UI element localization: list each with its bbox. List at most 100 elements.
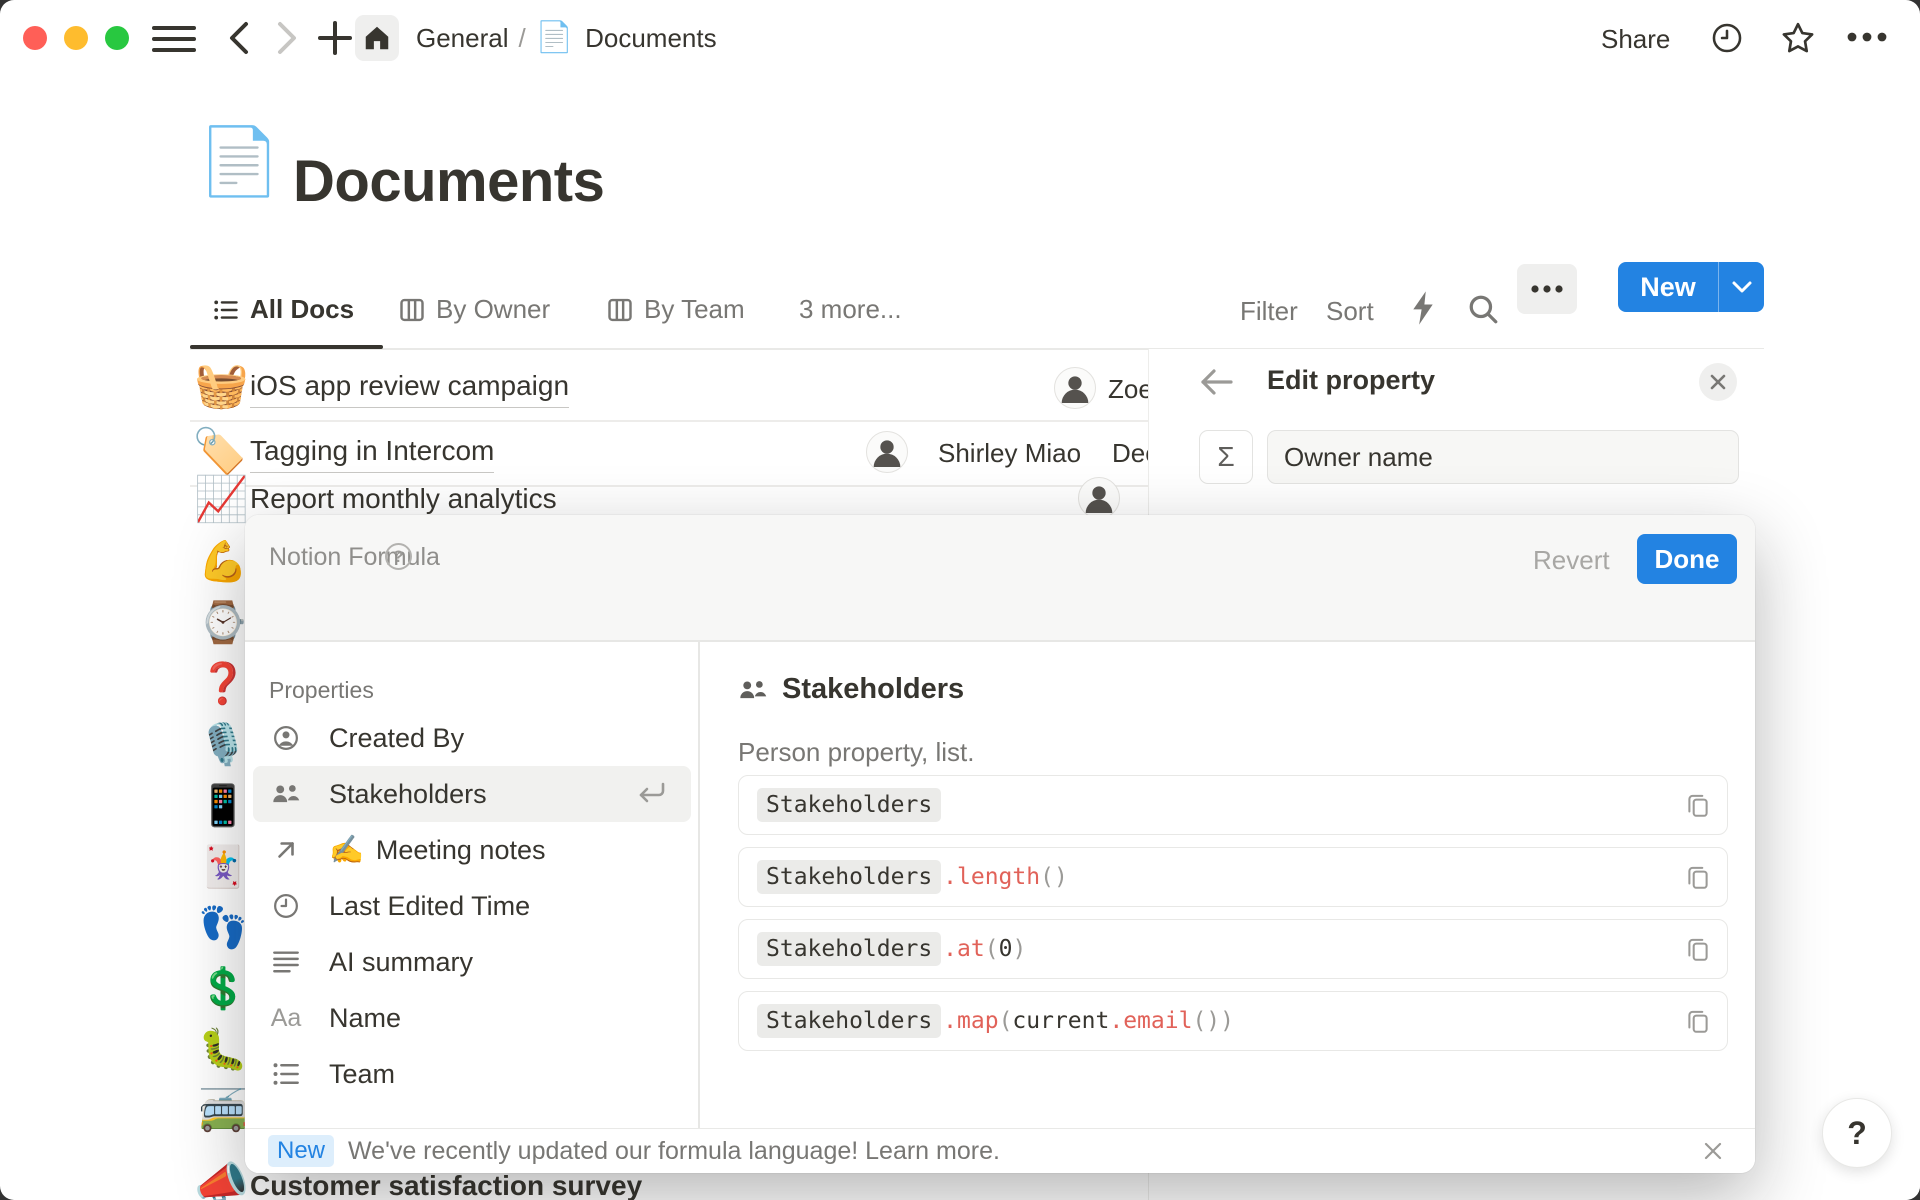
person-circle-icon xyxy=(271,724,301,752)
panel-title: Edit property xyxy=(1267,365,1435,396)
property-label: AI summary xyxy=(329,947,473,978)
close-icon xyxy=(1708,372,1728,392)
property-label: Name xyxy=(329,1003,401,1034)
close-window-button[interactable] xyxy=(23,26,47,50)
window-controls xyxy=(23,26,129,50)
title-aa-icon: Aa xyxy=(271,1004,301,1033)
tab-label: By Team xyxy=(644,294,745,325)
clock-icon xyxy=(271,892,301,920)
row-title[interactable]: iOS app review campaign xyxy=(250,370,569,408)
row-icon: 📈 xyxy=(194,478,249,522)
code-function: .at xyxy=(943,936,985,962)
row-owner[interactable]: Shirley Miao xyxy=(938,438,1081,469)
revert-button[interactable]: Revert xyxy=(1533,545,1610,576)
row-owner[interactable]: Zoe xyxy=(1108,374,1153,405)
breadcrumb-separator: / xyxy=(519,23,526,54)
property-item-meeting-notes[interactable]: ✍️ Meeting notes xyxy=(253,822,691,878)
tab-all-docs[interactable]: All Docs xyxy=(212,294,354,325)
formula-example-row[interactable]: Stakeholders xyxy=(738,775,1728,835)
zoom-window-button[interactable] xyxy=(105,26,129,50)
page-title-icon[interactable]: 📄 xyxy=(198,128,280,194)
property-item-created-by[interactable]: Created By xyxy=(253,710,691,766)
tab-more-views[interactable]: 3 more... xyxy=(799,294,902,325)
done-button[interactable]: Done xyxy=(1637,534,1737,584)
properties-heading: Properties xyxy=(269,677,374,704)
ellipsis-icon xyxy=(1530,284,1564,294)
property-name-input[interactable] xyxy=(1267,430,1739,484)
view-settings-button[interactable] xyxy=(1517,264,1577,314)
formula-help-icon[interactable]: ? xyxy=(385,543,412,570)
copy-icon[interactable] xyxy=(1685,935,1711,963)
property-item-stakeholders[interactable]: Stakeholders xyxy=(253,766,691,822)
code-token: Stakeholders xyxy=(757,932,941,966)
favorite-star-icon[interactable] xyxy=(1780,20,1816,56)
search-icon[interactable] xyxy=(1466,292,1500,326)
home-button[interactable] xyxy=(355,15,399,61)
row-icon: ⌚ xyxy=(198,603,248,643)
code-paren: ( xyxy=(999,1008,1013,1034)
page-title[interactable]: Documents xyxy=(293,148,604,215)
help-button[interactable]: ? xyxy=(1822,1098,1892,1168)
new-button-label[interactable]: New xyxy=(1618,262,1718,312)
row-title[interactable]: Customer satisfaction survey xyxy=(250,1170,642,1200)
property-item-team[interactable]: Team xyxy=(253,1046,691,1102)
sidebar-menu-icon[interactable] xyxy=(152,24,196,54)
avatar xyxy=(1054,367,1096,409)
minimize-window-button[interactable] xyxy=(64,26,88,50)
updates-clock-icon[interactable] xyxy=(1710,21,1744,55)
formula-update-banner: New We've recently updated our formula l… xyxy=(245,1128,1755,1173)
row-icon: 🧺 xyxy=(194,364,249,408)
property-label: Last Edited Time xyxy=(329,891,530,922)
property-item-last-edited-time[interactable]: Last Edited Time xyxy=(253,878,691,934)
row-icon: ❓ xyxy=(198,664,248,704)
enter-return-icon xyxy=(633,781,667,807)
new-button-dropdown[interactable] xyxy=(1718,262,1764,312)
sort-button[interactable]: Sort xyxy=(1326,296,1374,327)
back-icon[interactable] xyxy=(224,21,254,55)
tab-by-team[interactable]: By Team xyxy=(606,294,745,325)
automations-lightning-icon[interactable] xyxy=(1408,290,1438,326)
breadcrumb: General / 📄 Documents xyxy=(416,14,717,62)
new-button[interactable]: New xyxy=(1618,262,1764,312)
banner-message[interactable]: We've recently updated our formula langu… xyxy=(348,1137,1000,1166)
row-icon: 🚎 xyxy=(198,1091,248,1131)
breadcrumb-page[interactable]: Documents xyxy=(585,23,717,54)
question-mark-glyph: ? xyxy=(1847,1115,1867,1152)
back-arrow-icon[interactable] xyxy=(1199,367,1235,397)
code-paren: () xyxy=(1040,864,1068,890)
copy-icon[interactable] xyxy=(1685,1007,1711,1035)
code-arg: 0 xyxy=(999,936,1013,962)
property-item-name[interactable]: Aa Name xyxy=(253,990,691,1046)
tab-label: All Docs xyxy=(250,294,354,325)
close-panel-button[interactable] xyxy=(1699,363,1737,401)
property-label: Created By xyxy=(329,723,464,754)
modal-divider xyxy=(245,640,1755,642)
dismiss-banner-icon[interactable] xyxy=(1701,1139,1725,1163)
code-paren: ( xyxy=(985,936,999,962)
tab-by-owner[interactable]: By Owner xyxy=(398,294,550,325)
formula-input-area[interactable] xyxy=(245,515,1755,640)
row-icon: 🃏 xyxy=(198,847,248,887)
share-button[interactable]: Share xyxy=(1601,24,1670,55)
notion-window: General / 📄 Documents Share 📄 Documents … xyxy=(0,0,1920,1200)
people-icon xyxy=(271,780,301,808)
formula-example-row[interactable]: Stakeholders.at(0) xyxy=(738,919,1728,979)
row-icon: 🐛 xyxy=(198,1030,248,1070)
row-icon: 🎙️ xyxy=(198,725,248,765)
copy-icon[interactable] xyxy=(1685,791,1711,819)
forward-icon[interactable] xyxy=(272,21,302,55)
property-item-ai-summary[interactable]: AI summary xyxy=(253,934,691,990)
formula-example-row[interactable]: Stakeholders.length() xyxy=(738,847,1728,907)
property-type-formula-icon[interactable]: Σ xyxy=(1199,430,1253,484)
done-label: Done xyxy=(1655,544,1720,575)
docs-header: Stakeholders xyxy=(738,673,964,706)
row-title[interactable]: Tagging in Intercom xyxy=(250,435,494,473)
breadcrumb-section[interactable]: General xyxy=(416,23,509,54)
row-icon: 📣 xyxy=(194,1162,249,1200)
formula-example-row[interactable]: Stakeholders.map(current.email()) xyxy=(738,991,1728,1051)
new-page-icon[interactable] xyxy=(316,19,354,57)
more-options-icon[interactable] xyxy=(1846,31,1888,43)
code-function: .email xyxy=(1109,1008,1192,1034)
filter-button[interactable]: Filter xyxy=(1240,296,1298,327)
copy-icon[interactable] xyxy=(1685,863,1711,891)
